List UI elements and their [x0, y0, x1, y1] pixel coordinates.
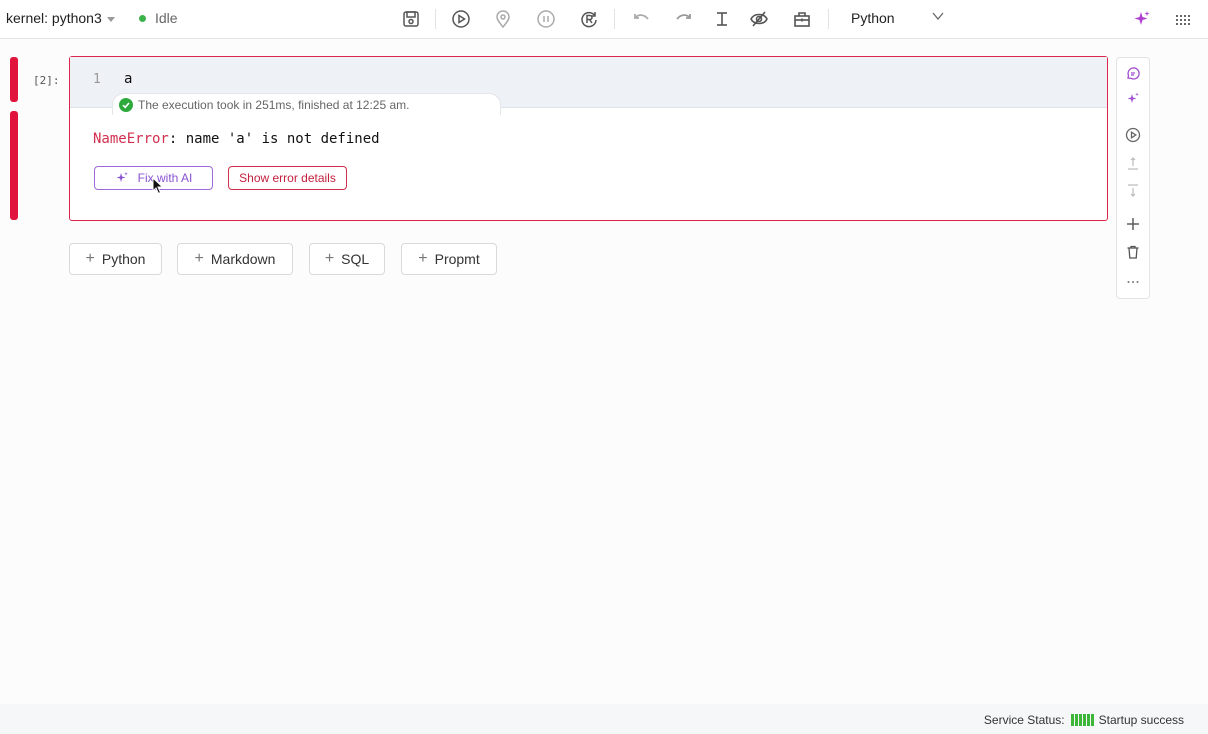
error-output: NameError: name 'a' is not defined [93, 131, 380, 147]
add-python-label: Python [101, 251, 146, 267]
kernel-label: kernel: [6, 10, 49, 26]
move-down-icon[interactable] [1124, 182, 1142, 200]
plus-icon: + [418, 250, 428, 267]
add-icon[interactable] [1124, 215, 1142, 233]
add-markdown-label: Markdown [210, 251, 276, 267]
add-prompt-cell-button[interactable]: + Propmt [401, 243, 497, 275]
fix-with-ai-label: Fix with AI [137, 171, 193, 185]
language-select[interactable]: Python [851, 10, 945, 26]
cell-side-toolbar [1116, 57, 1150, 299]
add-python-cell-button[interactable]: + Python [69, 243, 162, 275]
add-prompt-label: Propmt [434, 251, 480, 267]
redo-icon[interactable] [673, 8, 695, 30]
ai-sparkle-icon[interactable] [1124, 90, 1142, 108]
cell-input-marker[interactable] [10, 57, 18, 102]
plus-icon: + [194, 250, 204, 267]
grid-icon[interactable] [1171, 8, 1193, 30]
more-icon[interactable] [1124, 273, 1142, 291]
add-sql-label: SQL [341, 251, 370, 267]
toolbar-divider [435, 9, 436, 29]
chat-icon[interactable] [1124, 65, 1142, 83]
add-markdown-cell-button[interactable]: + Markdown [177, 243, 293, 275]
move-up-icon[interactable] [1124, 154, 1142, 172]
line-number: 1 [93, 72, 101, 87]
plus-icon: + [324, 250, 335, 267]
execution-info-text: The execution took in 251ms, finished at… [138, 97, 410, 112]
show-error-details-label: Show error details [239, 171, 336, 185]
language-select-value: Python [851, 10, 895, 26]
locate-icon[interactable] [492, 8, 514, 30]
pause-icon[interactable] [535, 8, 557, 30]
text-cursor-icon[interactable] [711, 8, 733, 30]
caret-down-icon [106, 16, 115, 22]
success-check-icon [119, 97, 133, 112]
run-icon[interactable] [450, 8, 472, 30]
signal-bars-icon [1070, 714, 1095, 726]
kernel-selector[interactable]: kernel: python3 [6, 10, 115, 26]
run-cell-icon[interactable] [1124, 126, 1142, 144]
ai-sparkle-icon [116, 172, 128, 182]
error-message: : name 'a' is not defined [168, 131, 380, 147]
toolbar-divider [828, 9, 829, 29]
restart-icon[interactable] [578, 8, 600, 30]
save-icon[interactable] [400, 8, 422, 30]
undo-icon[interactable] [630, 8, 652, 30]
service-status-value: Startup success [1098, 713, 1184, 727]
plus-icon: + [85, 250, 95, 267]
mouse-cursor-icon [152, 177, 164, 195]
chevron-down-icon [932, 12, 944, 21]
kernel-status-text: Idle [155, 10, 178, 26]
toolbox-icon[interactable] [791, 8, 813, 30]
ai-sparkle-icon[interactable] [1131, 8, 1153, 30]
toolbar-divider [614, 9, 615, 29]
kernel-status: Idle [139, 10, 178, 26]
eye-off-icon[interactable] [748, 8, 770, 30]
code-cell[interactable]: 1 a The execution took in 251ms, finishe… [69, 56, 1108, 221]
cell-output-marker[interactable] [10, 111, 18, 220]
service-status: Service Status: Startup success [984, 713, 1184, 727]
show-error-details-button[interactable]: Show error details [228, 166, 347, 190]
service-status-label: Service Status: [983, 713, 1065, 727]
execution-count: [2]: [33, 74, 60, 87]
status-dot-icon [139, 14, 146, 22]
error-type: NameError [93, 131, 169, 147]
notebook-toolbar: kernel: python3 Idle Python [0, 0, 1208, 39]
execution-info: The execution took in 251ms, finished at… [112, 93, 501, 115]
add-sql-cell-button[interactable]: + SQL [309, 243, 385, 275]
status-bar: Service Status: Startup success [0, 704, 1208, 734]
code-line[interactable]: a [124, 71, 132, 87]
trash-icon[interactable] [1124, 243, 1142, 261]
kernel-name: python3 [51, 10, 102, 26]
